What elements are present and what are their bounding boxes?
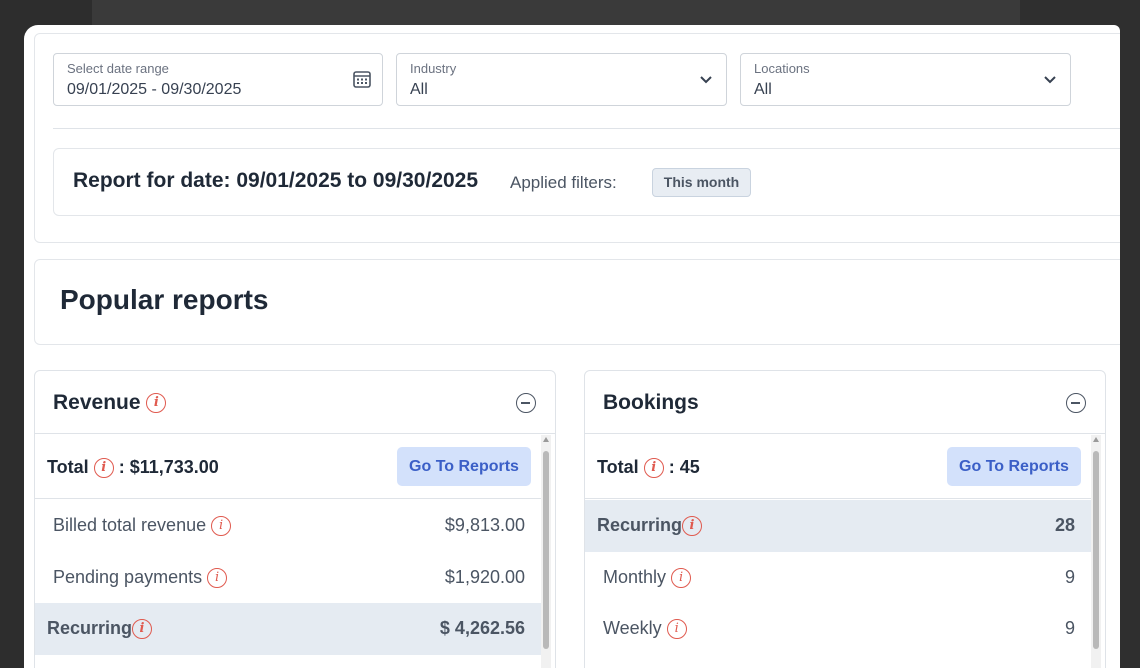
- row-amount: $9,813.00: [444, 515, 525, 535]
- revenue-total-value: : $11,733.00: [118, 457, 219, 477]
- row-name: Monthly: [603, 567, 667, 587]
- scroll-up-arrow-icon[interactable]: [1093, 437, 1099, 442]
- row-name: Recurring: [47, 618, 133, 638]
- collapse-icon[interactable]: [516, 393, 536, 413]
- list-item: Monthly i 9: [585, 552, 1093, 604]
- bookings-title: Bookings: [603, 391, 699, 414]
- report-date-title: Report for date: 09/01/2025 to 09/30/202…: [73, 169, 479, 192]
- info-icon[interactable]: i: [666, 619, 687, 640]
- filter-card: Select date range 09/01/2025 - 09/30/202…: [34, 33, 1120, 243]
- chevron-down-icon: [1044, 76, 1056, 84]
- locations-select[interactable]: Locations All: [740, 53, 1071, 106]
- revenue-panel: Revenue i Total i : $11,733.00 Go To Rep…: [34, 370, 556, 668]
- row-amount: 28: [1054, 515, 1075, 535]
- scrollbar[interactable]: [541, 435, 551, 668]
- row-amount: 9: [1064, 618, 1075, 638]
- info-icon[interactable]: i: [211, 516, 232, 537]
- revenue-total-group: Total i : $11,733.00: [47, 457, 219, 479]
- row-amount: $1,920.00: [444, 567, 525, 587]
- collapse-icon[interactable]: [1066, 393, 1086, 413]
- scroll-up-arrow-icon[interactable]: [543, 437, 549, 442]
- info-icon[interactable]: i: [671, 568, 692, 589]
- row-name-group: Monthly i: [603, 567, 692, 589]
- row-name-group: Pending payments i: [53, 567, 228, 589]
- info-icon[interactable]: i: [146, 393, 167, 414]
- filter-chip-this-month[interactable]: This month: [652, 168, 751, 197]
- info-icon[interactable]: i: [93, 458, 114, 479]
- date-range-value: 09/01/2025 - 09/30/2025: [67, 81, 242, 98]
- report-summary-bar: Report for date: 09/01/2025 to 09/30/202…: [53, 148, 1120, 216]
- background-topbar: [92, 0, 1052, 26]
- row-name: Recurring: [597, 515, 683, 535]
- scrollbar[interactable]: [1091, 435, 1101, 668]
- industry-value: All: [410, 81, 428, 98]
- report-modal: Select date range 09/01/2025 - 09/30/202…: [24, 25, 1120, 668]
- bookings-total-row: Total i : 45 Go To Reports: [585, 435, 1093, 499]
- info-icon[interactable]: i: [643, 458, 664, 479]
- bookings-go-to-reports-button[interactable]: Go To Reports: [947, 447, 1081, 486]
- industry-select[interactable]: Industry All: [396, 53, 727, 106]
- row-name-group: Recurring i: [47, 618, 153, 640]
- bookings-total-value: : 45: [668, 457, 700, 477]
- row-name: Billed total revenue: [53, 515, 207, 535]
- date-range-field[interactable]: Select date range 09/01/2025 - 09/30/202…: [53, 53, 383, 106]
- bookings-total-label: Total: [597, 457, 639, 477]
- revenue-title: Revenue: [53, 391, 141, 414]
- bookings-panel-header: Bookings: [585, 371, 1105, 434]
- row-amount: $ 4,262.56: [439, 618, 525, 638]
- row-name-group: Weekly i: [603, 618, 687, 640]
- row-name-group: Billed total revenue i: [53, 515, 232, 537]
- revenue-total-label: Total: [47, 457, 89, 477]
- row-name: Weekly: [603, 618, 662, 638]
- list-item: Billed total revenue i $9,813.00: [35, 500, 543, 552]
- scrollbar-thumb[interactable]: [1093, 451, 1099, 649]
- bookings-panel: Bookings Total i : 45 Go To Reports Recu…: [584, 370, 1106, 668]
- row-name-group: Recurring i: [597, 515, 703, 537]
- locations-label: Locations: [754, 61, 810, 76]
- revenue-title-group: Revenue i: [53, 391, 167, 415]
- calendar-icon[interactable]: [351, 68, 373, 90]
- filter-divider: [53, 128, 1120, 129]
- date-range-label: Select date range: [67, 61, 169, 76]
- list-item: Recurring i 28: [585, 500, 1093, 552]
- chevron-down-icon: [700, 76, 712, 84]
- revenue-go-to-reports-button[interactable]: Go To Reports: [397, 447, 531, 486]
- revenue-total-row: Total i : $11,733.00 Go To Reports: [35, 435, 543, 499]
- list-item: Pending payments i $1,920.00: [35, 552, 543, 604]
- popular-reports-title: Popular reports: [60, 284, 269, 315]
- popular-reports-header: Popular reports: [34, 259, 1120, 345]
- row-amount: 9: [1064, 567, 1075, 587]
- bookings-total-group: Total i : 45: [597, 457, 700, 479]
- revenue-panel-header: Revenue i: [35, 371, 555, 434]
- row-name: Pending payments: [53, 567, 203, 587]
- list-item: Recurring i $ 4,262.56: [35, 603, 543, 655]
- scrollbar-thumb[interactable]: [543, 451, 549, 649]
- list-item: Weekly i 9: [585, 603, 1093, 655]
- industry-label: Industry: [410, 61, 457, 76]
- info-icon[interactable]: i: [682, 516, 703, 537]
- info-icon[interactable]: i: [132, 619, 153, 640]
- locations-value: All: [754, 81, 772, 98]
- info-icon[interactable]: i: [207, 568, 228, 589]
- applied-filters-label: Applied filters:: [510, 173, 617, 192]
